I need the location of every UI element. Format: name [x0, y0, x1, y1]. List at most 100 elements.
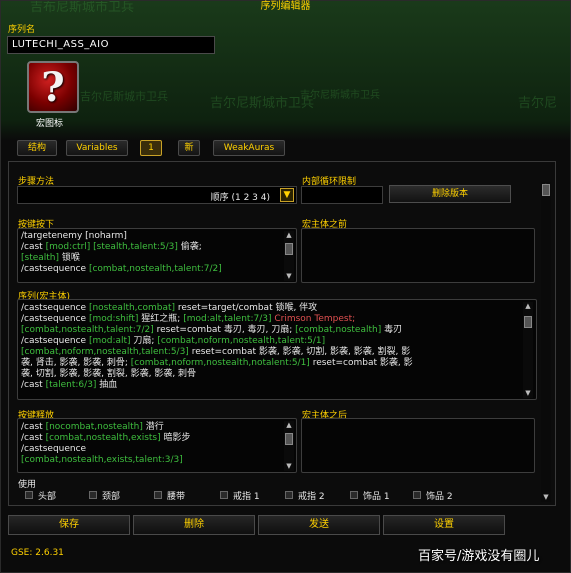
scroll-thumb[interactable] [285, 243, 293, 255]
code-token: 偷袭; [177, 242, 202, 252]
code-token: 暗影步 [160, 433, 191, 443]
code-token: 猩红之瓶; [138, 314, 184, 324]
postmacro-editor[interactable] [301, 418, 535, 473]
code-token: reset=combat 影袭, 影袭, 切割, 影袭, 影袭, 割裂, 影 [188, 347, 411, 357]
code-token: Crimson Tempest; [271, 314, 356, 324]
question-mark-icon: ? [41, 63, 65, 111]
checkbox-label: 戒指 1 [233, 492, 260, 501]
keypress-editor[interactable]: /targetenemy [noharm]/cast [mod:ctrl] [s… [17, 228, 297, 283]
scroll-down-icon[interactable]: ▼ [523, 389, 533, 398]
code-token: [nocombat,nostealth] [45, 422, 143, 432]
code-token: 刀扇; [130, 336, 158, 346]
checkbox-head[interactable] [25, 491, 33, 499]
macro-icon-button[interactable]: ? [27, 61, 79, 113]
tab-weakauras[interactable]: WeakAuras [213, 140, 285, 156]
sequence-name-input[interactable]: LUTECHI_ASS_AIO [7, 36, 215, 54]
code-token: [mod:alt] [88, 336, 131, 346]
keypress-code: /targetenemy [noharm]/cast [mod:ctrl] [s… [21, 231, 222, 275]
code-line: /castsequence [21, 444, 191, 455]
checkbox-ring1[interactable] [220, 491, 228, 499]
code-token: /castsequence [21, 444, 87, 454]
checkbox-belt[interactable] [154, 491, 162, 499]
scroll-down-icon[interactable]: ▼ [284, 272, 294, 281]
code-token: /cast [21, 433, 46, 443]
keypress-scrollbar[interactable]: ▲ ▼ [284, 231, 294, 281]
version-text: GSE: 2.6.31 [11, 548, 64, 558]
step-method-dropdown[interactable]: 顺序 (1 2 3 4) ▼ [17, 186, 297, 204]
code-line: [stealth] 锁喉 [21, 253, 222, 264]
code-line: /castsequence [mod:shift] 猩红之瓶; [mod:alt… [21, 314, 413, 325]
checkbox-neck[interactable] [89, 491, 97, 499]
code-token: [nostealth,combat] [88, 303, 176, 313]
code-token: /castsequence [21, 264, 89, 274]
scroll-thumb[interactable] [524, 316, 532, 328]
code-line: /targetenemy [noharm] [21, 231, 222, 242]
step-method-value: 顺序 (1 2 3 4) [210, 193, 270, 203]
code-token: [combat,nostealth,talent:7/2] [88, 264, 222, 274]
watermark: 百家号/游戏没有圈儿 [418, 549, 540, 564]
tab-variables[interactable]: Variables [66, 140, 128, 156]
scroll-up-icon[interactable]: ▲ [284, 421, 294, 430]
keyrelease-scrollbar[interactable]: ▲ ▼ [284, 421, 294, 471]
checkbox-label: 戒指 2 [298, 492, 325, 501]
delete-button[interactable]: 删除 [133, 515, 255, 535]
tab-structure[interactable]: 结构 [17, 140, 57, 156]
macro-icon-label: 宏图标 [36, 119, 64, 129]
settings-button[interactable]: 设置 [383, 515, 505, 535]
code-token: 袭, 切割, 影袭, 影袭, 割裂, 影袭, 影袭, 刺骨 [21, 369, 197, 379]
window-title: 序列编辑器 [260, 1, 311, 12]
chevron-down-icon[interactable]: ▼ [280, 188, 294, 202]
code-token: /cast [21, 380, 46, 390]
code-token: /targetenemy [noharm] [21, 231, 127, 241]
checkbox-ring2[interactable] [285, 491, 293, 499]
scroll-up-icon[interactable]: ▲ [523, 302, 533, 311]
code-line: /castsequence [combat,nostealth,talent:7… [21, 264, 222, 275]
scroll-down-icon[interactable]: ▼ [541, 493, 551, 502]
loop-limit-input[interactable] [301, 186, 383, 204]
code-line: [combat,noform,nostealth,talent:5/3] res… [21, 347, 413, 358]
sequence-body-editor[interactable]: /castsequence [nostealth,combat] reset=t… [17, 299, 537, 400]
code-token: /cast [21, 242, 46, 252]
code-token: 潜行 [142, 422, 164, 432]
tab-version-1[interactable]: 1 [140, 140, 162, 156]
code-line: /cast [combat,nostealth,exists] 暗影步 [21, 433, 191, 444]
delete-version-button[interactable]: 删除版本 [389, 185, 511, 203]
code-token: [mod:alt,talent:7/3] [183, 314, 272, 324]
checkbox-trinket2[interactable] [413, 491, 421, 499]
code-line: [combat,nostealth,exists,talent:3/3] [21, 455, 191, 466]
code-token: [combat,nostealth,talent:7/2] [21, 325, 154, 335]
scroll-thumb[interactable] [542, 184, 550, 196]
checkbox-trinket1[interactable] [350, 491, 358, 499]
save-button[interactable]: 保存 [8, 515, 130, 535]
code-token: [stealth] [21, 253, 60, 263]
sequence-body-scrollbar[interactable]: ▲ ▼ [523, 302, 533, 398]
code-token: [combat,nostealth,exists] [45, 433, 161, 443]
code-line: /cast [nocombat,nostealth] 潜行 [21, 422, 191, 433]
scroll-up-icon[interactable]: ▲ [284, 231, 294, 240]
keyrelease-editor[interactable]: /cast [nocombat,nostealth] 潜行/cast [comb… [17, 418, 297, 473]
checkbox-label: 腰带 [167, 492, 186, 501]
code-token: 毒刃 [381, 325, 403, 335]
checkbox-label: 颈部 [102, 492, 121, 501]
code-line: /cast [mod:ctrl] [stealth,talent:5/3] 偷袭… [21, 242, 222, 253]
scroll-thumb[interactable] [285, 433, 293, 445]
checkbox-label: 饰品 1 [363, 492, 390, 501]
tab-new[interactable]: 新 [178, 140, 200, 156]
code-token: /castsequence [21, 303, 89, 313]
code-token: /cast [21, 422, 46, 432]
code-token: reset=target/combat 锁喉, 伴攻 [175, 303, 318, 313]
panel-scrollbar[interactable]: ▲ ▼ [541, 182, 551, 502]
code-line: 袭, 切割, 影袭, 影袭, 割裂, 影袭, 影袭, 刺骨 [21, 369, 413, 380]
scroll-down-icon[interactable]: ▼ [284, 462, 294, 471]
code-line: /cast [talent:6/3] 抽血 [21, 380, 413, 391]
code-token: 抽血 [96, 380, 118, 390]
checkbox-label: 饰品 2 [426, 492, 453, 501]
code-line: /castsequence [mod:alt] 刀扇; [combat,nofo… [21, 336, 413, 347]
code-token: [combat,nostealth] [295, 325, 382, 335]
send-button[interactable]: 发送 [258, 515, 380, 535]
code-token: [combat,nostealth,exists,talent:3/3] [21, 455, 183, 465]
code-token: reset=combat 毒刃, 毒刃, 刀扇; [153, 325, 296, 335]
code-token: reset=combat 影袭, 影 [309, 358, 413, 368]
code-token: 锁喉 [59, 253, 80, 263]
premacro-editor[interactable] [301, 228, 535, 283]
